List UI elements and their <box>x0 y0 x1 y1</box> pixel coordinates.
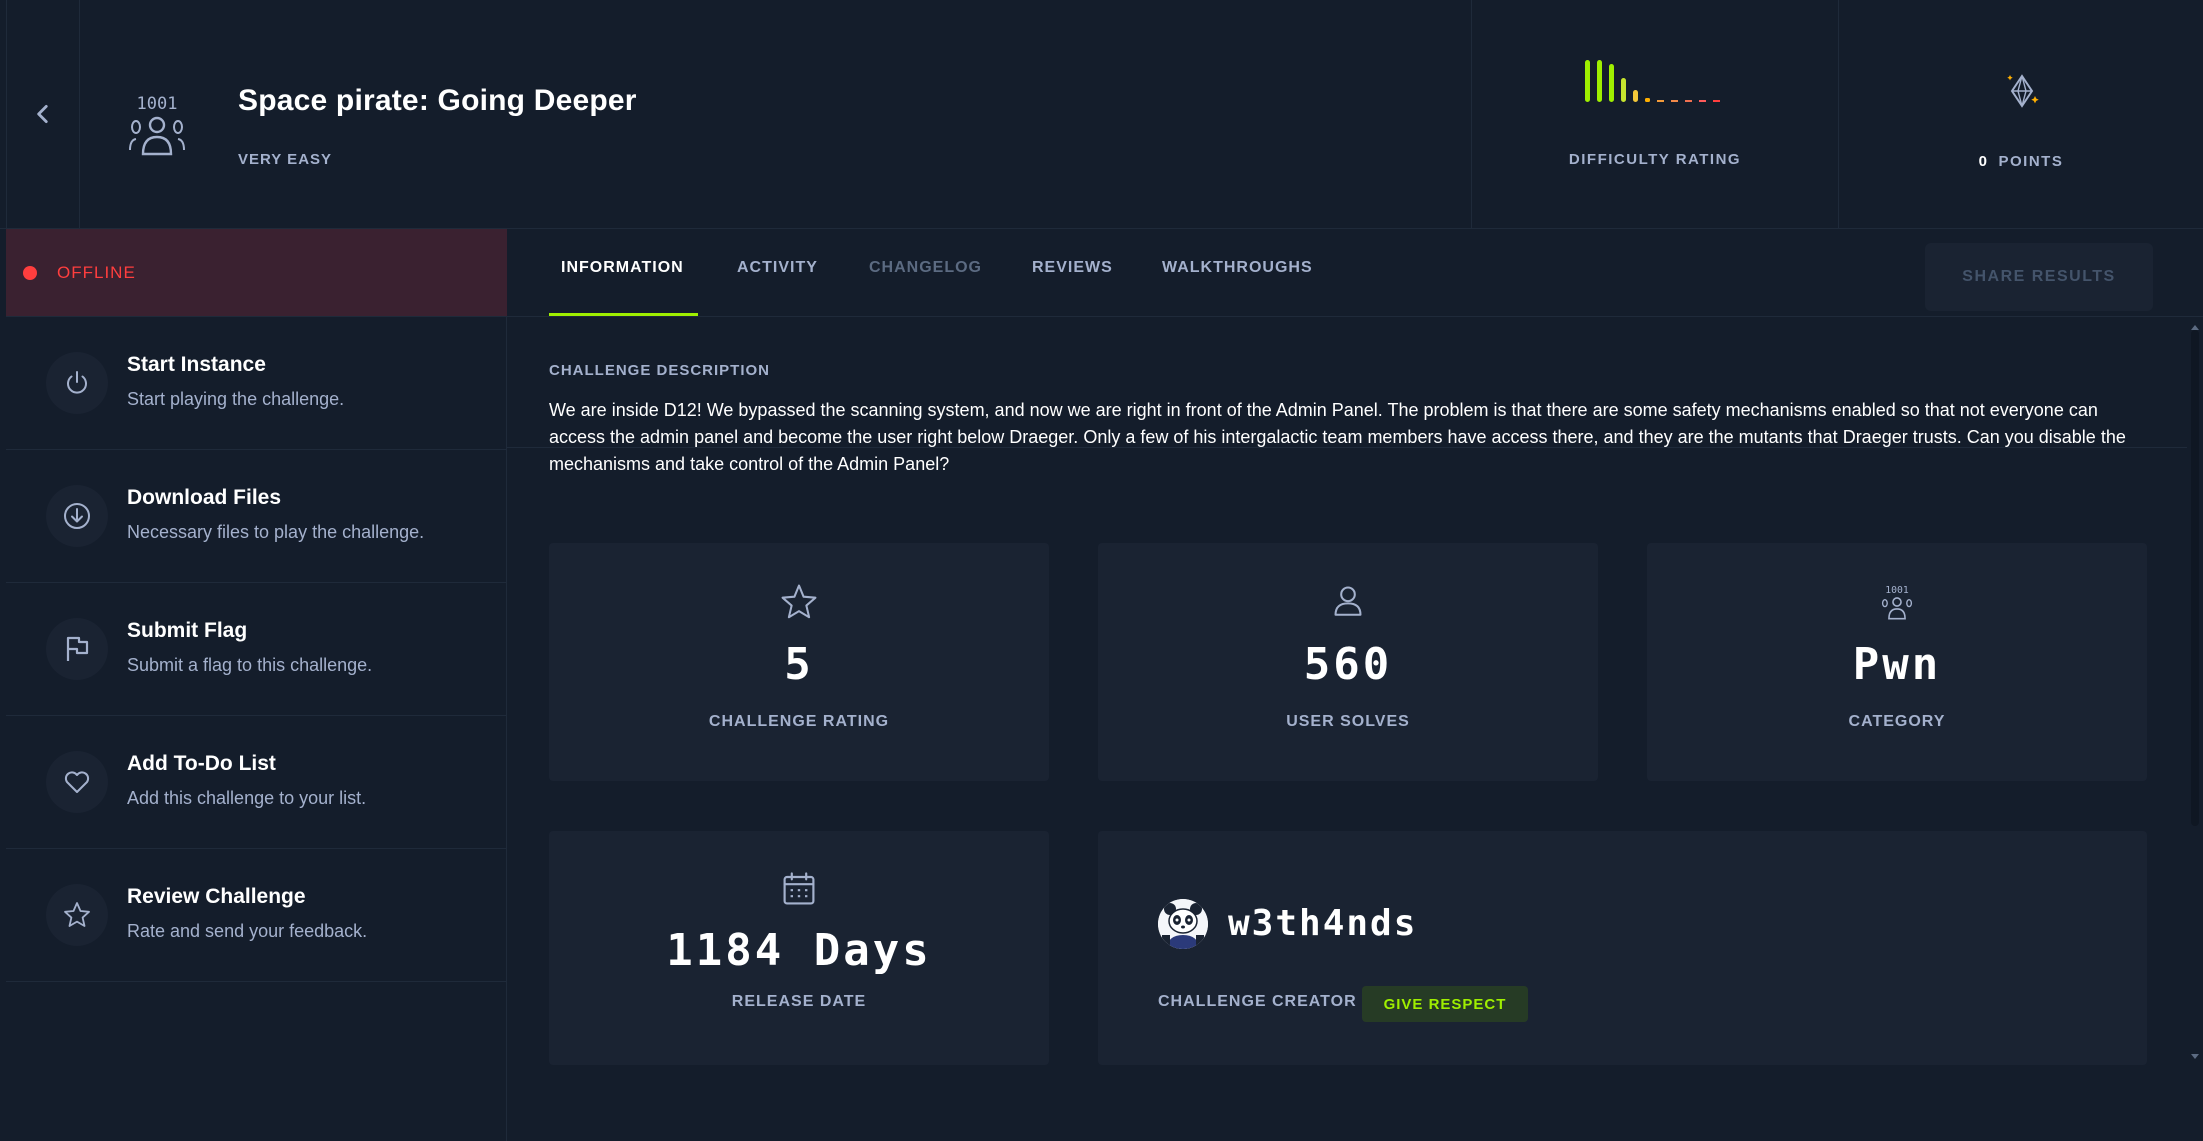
difficulty-rating-panel: DIFFICULTY RATING <box>1471 0 1839 229</box>
main-content: INFORMATION ACTIVITY CHANGELOG REVIEWS W… <box>507 229 2203 1141</box>
star-icon <box>781 584 817 619</box>
tab-changelog[interactable]: CHANGELOG <box>869 259 982 277</box>
diamond-points-icon <box>2007 74 2039 108</box>
submit-flag-icon-wrap <box>46 618 108 680</box>
download-files-icon-wrap <box>46 485 108 547</box>
svg-text:1001: 1001 <box>137 94 178 114</box>
tab-walkthroughs[interactable]: WALKTHROUGHS <box>1162 259 1313 277</box>
user-icon <box>1334 586 1362 616</box>
scroll-up-arrow[interactable] <box>2191 318 2199 330</box>
add-todo-button[interactable]: Add To-Do List Add this challenge to you… <box>6 716 507 849</box>
tab-information[interactable]: INFORMATION <box>561 259 684 277</box>
active-tab-indicator <box>549 313 698 316</box>
user-solves-label: USER SOLVES <box>1286 713 1410 730</box>
category-value: Pwn <box>1852 639 1942 690</box>
difficulty-rating-label: DIFFICULTY RATING <box>1568 151 1742 168</box>
difficulty-bars-icon <box>1585 60 1720 102</box>
points-readout: 0 POINTS <box>1839 153 2203 170</box>
release-date-label: RELEASE DATE <box>731 993 867 1010</box>
points-value: 0 <box>1978 153 1989 170</box>
action-title: Start Instance <box>127 353 266 376</box>
pwn-category-icon: 1001 <box>129 94 185 156</box>
creator-card: w3th4nds CHALLENGE CREATOR GIVE RESPECT <box>1098 831 2147 1065</box>
review-challenge-button[interactable]: Review Challenge Rate and send your feed… <box>6 849 507 982</box>
pwn-category-icon: 1001 <box>1881 585 1913 620</box>
challenge-description-section: CHALLENGE DESCRIPTION We are inside D12!… <box>507 317 2187 474</box>
status-text: OFFLINE <box>57 262 136 282</box>
start-instance-button[interactable]: Start Instance Start playing the challen… <box>6 317 507 450</box>
svg-text:1001: 1001 <box>1885 585 1909 596</box>
description-text: We are inside D12! We bypassed the scann… <box>549 400 2126 474</box>
star-icon <box>64 902 90 927</box>
chevron-left-icon <box>37 104 48 123</box>
action-desc: Submit a flag to this challenge. <box>127 655 373 675</box>
creator-avatar[interactable] <box>1158 899 1208 949</box>
actions-sidebar: OFFLINE Start Instance Start playing the… <box>6 229 507 1141</box>
release-date-card: 1184 Days RELEASE DATE <box>549 831 1049 1065</box>
flag-icon <box>66 636 89 661</box>
status-dot <box>23 265 37 280</box>
power-icon <box>67 371 87 394</box>
tab-activity[interactable]: ACTIVITY <box>737 259 818 277</box>
description-heading: CHALLENGE DESCRIPTION <box>549 362 771 379</box>
action-title: Review Challenge <box>127 885 306 908</box>
download-files-button[interactable]: Download Files Necessary files to play t… <box>6 450 507 583</box>
add-todo-icon-wrap <box>46 751 108 813</box>
heart-icon <box>64 771 90 793</box>
download-icon <box>64 503 90 529</box>
challenge-rating-card: 5 CHALLENGE RATING <box>549 543 1049 781</box>
challenge-header: 1001 Space pirate: Going Deeper VERY EAS… <box>0 0 2203 229</box>
submit-flag-button[interactable]: Submit Flag Submit a flag to this challe… <box>6 583 507 716</box>
calendar-icon <box>783 872 815 905</box>
instance-status-bar: OFFLINE <box>6 229 507 317</box>
action-desc: Add this challenge to your list. <box>127 788 367 808</box>
tab-bar: INFORMATION ACTIVITY CHANGELOG REVIEWS W… <box>507 229 2203 317</box>
review-challenge-icon-wrap <box>46 884 108 946</box>
give-respect-button[interactable]: GIVE RESPECT <box>1362 986 1528 1022</box>
difficulty-text: VERY EASY <box>238 151 333 168</box>
action-desc: Start playing the challenge. <box>127 389 345 409</box>
points-label: POINTS <box>1998 153 2064 170</box>
scroll-down-arrow[interactable] <box>2191 1048 2199 1059</box>
back-button[interactable] <box>6 0 80 229</box>
share-results-button[interactable]: SHARE RESULTS <box>1925 243 2153 311</box>
creator-label: CHALLENGE CREATOR <box>1158 993 1357 1010</box>
user-solves-card: 560 USER SOLVES <box>1098 543 1598 781</box>
action-title: Add To-Do List <box>127 752 276 775</box>
challenge-rating-value: 5 <box>784 639 814 690</box>
action-title: Download Files <box>127 486 282 509</box>
tab-reviews[interactable]: REVIEWS <box>1032 259 1113 277</box>
category-card: 1001 Pwn CATEGORY <box>1647 543 2147 781</box>
vertical-scrollbar[interactable] <box>2191 330 2199 826</box>
panda-avatar-icon <box>1158 899 1208 949</box>
action-desc: Necessary files to play the challenge. <box>127 522 425 542</box>
release-date-value: 1184 Days <box>666 925 932 976</box>
creator-name[interactable]: w3th4nds <box>1228 903 1417 944</box>
action-title: Submit Flag <box>127 619 248 642</box>
points-panel: 0 POINTS <box>1839 0 2203 229</box>
category-label: CATEGORY <box>1848 713 1946 730</box>
user-solves-value: 560 <box>1303 639 1393 690</box>
start-instance-icon-wrap <box>46 352 108 414</box>
action-desc: Rate and send your feedback. <box>127 921 368 941</box>
challenge-title: Space pirate: Going Deeper <box>238 84 637 117</box>
challenge-rating-label: CHALLENGE RATING <box>708 713 890 730</box>
